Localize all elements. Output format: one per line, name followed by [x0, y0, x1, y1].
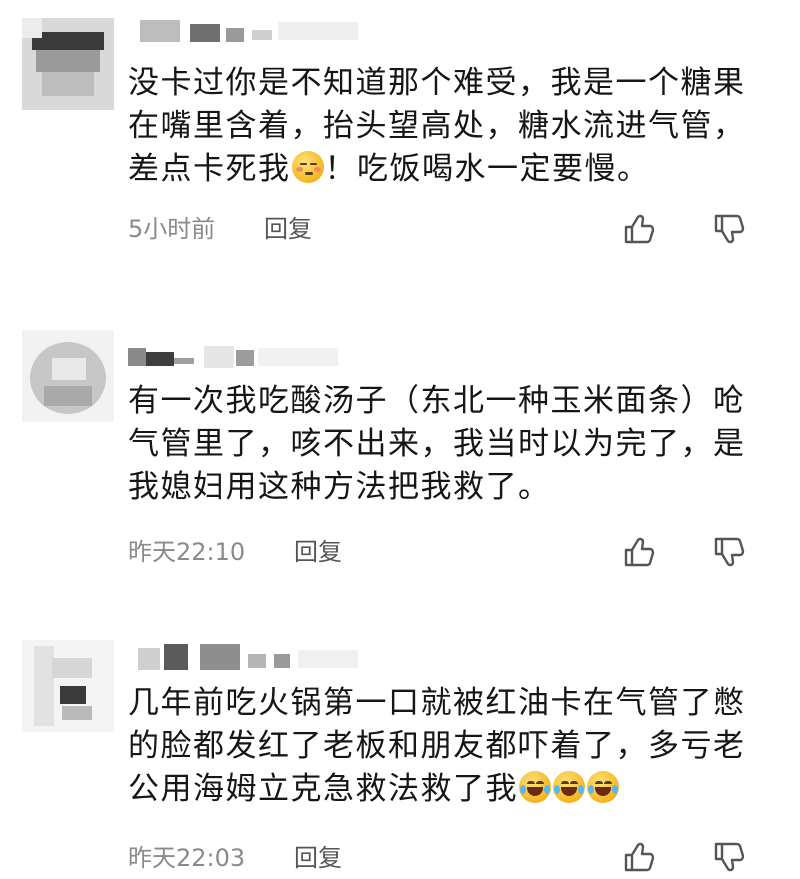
- comment-text: 没卡过你是不知道那个难受，我是一个糖果在嘴里含着，抬头望高处，糖水流进气管，差点…: [128, 62, 768, 191]
- thumbs-up-icon[interactable]: [622, 535, 656, 569]
- comment-text-part: 几年前吃火锅第一口就被红油卡在气管了憋的脸都发红了老板和朋友都吓着了，多亏老公用…: [128, 685, 746, 807]
- reply-button[interactable]: 回复: [294, 536, 342, 568]
- reply-button[interactable]: 回复: [264, 213, 312, 245]
- thumbs-down-icon[interactable]: [712, 212, 746, 246]
- shy-face-icon: [291, 151, 324, 183]
- reply-button[interactable]: 回复: [294, 842, 342, 874]
- comment-text: 有一次我吃酸汤子（东北一种玉米面条）呛气管里了，咳不出来，我当时以为完了，是我媳…: [128, 380, 768, 509]
- comment-text-part: 有一次我吃酸汤子（东北一种玉米面条）呛气管里了，咳不出来，我当时以为完了，是我媳…: [128, 383, 746, 505]
- comment-time: 5小时前: [128, 215, 216, 243]
- thumbs-down-icon[interactable]: [712, 840, 746, 874]
- comment-item: 有一次我吃酸汤子（东北一种玉米面条）呛气管里了，咳不出来，我当时以为完了，是我媳…: [0, 320, 800, 610]
- laughing-crying-face-icon: [519, 771, 551, 803]
- laughing-crying-face-icon: [587, 771, 619, 803]
- avatar[interactable]: [22, 18, 114, 110]
- comment-meta: 昨天22:10 回复: [128, 536, 768, 568]
- thumbs-down-icon[interactable]: [712, 535, 746, 569]
- username-blurred[interactable]: [128, 18, 368, 44]
- avatar[interactable]: [22, 640, 114, 732]
- comment-time: 昨天22:10: [128, 538, 246, 566]
- thumbs-up-icon[interactable]: [622, 840, 656, 874]
- comment-meta: 5小时前 回复: [128, 213, 768, 245]
- username-blurred[interactable]: [128, 644, 368, 670]
- comment-meta: 昨天22:03 回复: [128, 842, 768, 874]
- username-blurred[interactable]: [128, 344, 348, 370]
- thumbs-up-icon[interactable]: [622, 212, 656, 246]
- comment-item: 几年前吃火锅第一口就被红油卡在气管了憋的脸都发红了老板和朋友都吓着了，多亏老公用…: [0, 630, 800, 879]
- comment-text: 几年前吃火锅第一口就被红油卡在气管了憋的脸都发红了老板和朋友都吓着了，多亏老公用…: [128, 682, 768, 811]
- avatar[interactable]: [22, 330, 114, 422]
- comment-text-part: ！吃饭喝水一定要慢。: [324, 151, 650, 187]
- comment-item: 没卡过你是不知道那个难受，我是一个糖果在嘴里含着，抬头望高处，糖水流进气管，差点…: [0, 0, 800, 290]
- laughing-crying-face-icon: [553, 771, 585, 803]
- comment-time: 昨天22:03: [128, 844, 246, 872]
